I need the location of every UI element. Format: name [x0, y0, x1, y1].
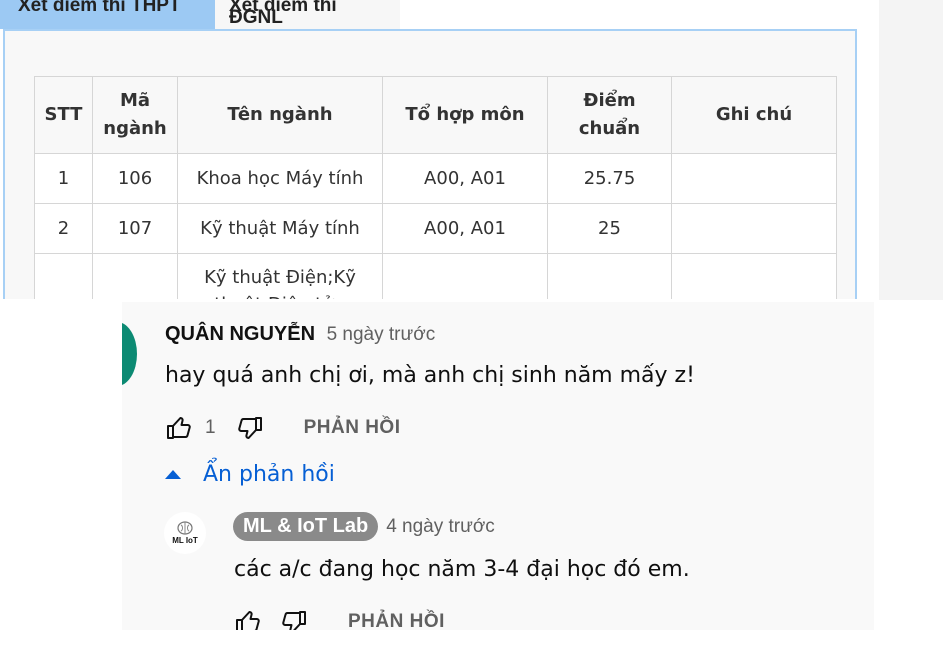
score-table-panel: STT Mã ngành Tên ngành Tổ hợp môn Điểm c…	[3, 29, 857, 299]
table-row: Kỹ thuật Điện;Kỹ thuật Điện tử - Viễn	[34, 253, 837, 299]
header-stt: STT	[34, 76, 93, 154]
header-score: Điểm chuẩn	[547, 76, 672, 154]
header-code-label: Mã ngành	[103, 90, 167, 139]
comment-time[interactable]: 5 ngày trước	[327, 324, 436, 345]
cell-score: 25.75	[547, 153, 672, 204]
cell-score	[547, 253, 672, 299]
cell-stt: 2	[34, 203, 93, 254]
header-combo: Tổ hợp môn	[382, 76, 548, 154]
like-count: 1	[205, 417, 216, 438]
cell-name-text: Kỹ thuật Điện;Kỹ thuật Điện tử - Viễn	[204, 267, 356, 299]
caret-up-icon	[165, 470, 181, 479]
comment-thread: QUÂN NGUYỄN 5 ngày trước hay quá anh chị…	[122, 302, 874, 630]
like-icon[interactable]	[165, 414, 193, 442]
score-table: STT Mã ngành Tên ngành Tổ hợp môn Điểm c…	[34, 76, 837, 299]
header-code: Mã ngành	[92, 76, 178, 154]
table-row: 2 107 Kỹ thuật Máy tính A00, A01 25	[34, 203, 837, 254]
cell-name: Kỹ thuật Điện;Kỹ thuật Điện tử - Viễn	[177, 253, 383, 299]
dislike-icon[interactable]	[236, 414, 264, 442]
cell-stt	[34, 253, 93, 299]
brain-icon	[177, 521, 193, 535]
table-header-row: STT Mã ngành Tên ngành Tổ hợp môn Điểm c…	[34, 76, 837, 154]
cell-score: 25	[547, 203, 672, 254]
table-row: 1 106 Khoa học Máy tính A00, A01 25.75	[34, 153, 837, 204]
cell-code: 106	[92, 153, 178, 204]
reply-time[interactable]: 4 ngày trước	[386, 516, 495, 538]
tab-bar: Xét điểm thi THPT Xét điểm thi ĐGNL	[0, 0, 400, 29]
reply-author-chip[interactable]: ML & IoT Lab	[233, 512, 379, 541]
reply-button[interactable]: PHẢN HỒI	[304, 417, 401, 439]
reply-text: các a/c đang học năm 3-4 đại học đó em.	[234, 557, 690, 582]
cell-code: 107	[92, 203, 178, 254]
cell-code	[92, 253, 178, 299]
dislike-icon[interactable]	[280, 608, 308, 630]
tab-thpt[interactable]: Xét điểm thi THPT	[0, 0, 215, 29]
header-name: Tên ngành	[177, 76, 383, 154]
cell-name: Khoa học Máy tính	[177, 153, 383, 204]
cell-note	[671, 253, 837, 299]
hide-replies-button[interactable]: Ẩn phản hồi	[162, 462, 335, 487]
header-score-label: Điểm chuẩn	[578, 90, 641, 139]
tab-dgnl[interactable]: Xét điểm thi ĐGNL	[215, 0, 400, 29]
cell-name: Kỹ thuật Máy tính	[177, 203, 383, 254]
reply-author-line: ML & IoT Lab 4 ngày trước	[233, 512, 495, 541]
hide-replies-label: Ẩn phản hồi	[203, 462, 335, 487]
reply-actions: PHẢN HỒI	[234, 608, 445, 630]
cell-note	[671, 203, 837, 254]
header-note: Ghi chú	[671, 76, 837, 154]
comment-actions: 1 PHẢN HỒI	[165, 414, 400, 442]
cell-combo	[382, 253, 548, 299]
right-margin	[879, 0, 943, 300]
cell-note	[671, 153, 837, 204]
comment-author[interactable]: QUÂN NGUYỄN	[165, 323, 315, 345]
avatar-label: ML IoT	[172, 536, 198, 545]
comment-text: hay quá anh chị ơi, mà anh chị sinh năm …	[165, 363, 695, 388]
cell-stt: 1	[34, 153, 93, 204]
reply-button[interactable]: PHẢN HỒI	[348, 611, 445, 630]
cell-combo: A00, A01	[382, 153, 548, 204]
like-icon[interactable]	[234, 608, 262, 630]
avatar[interactable]: ML IoT	[164, 512, 206, 554]
cell-combo: A00, A01	[382, 203, 548, 254]
avatar[interactable]	[122, 322, 137, 386]
comment-author-line: QUÂN NGUYỄN 5 ngày trước	[165, 323, 435, 346]
